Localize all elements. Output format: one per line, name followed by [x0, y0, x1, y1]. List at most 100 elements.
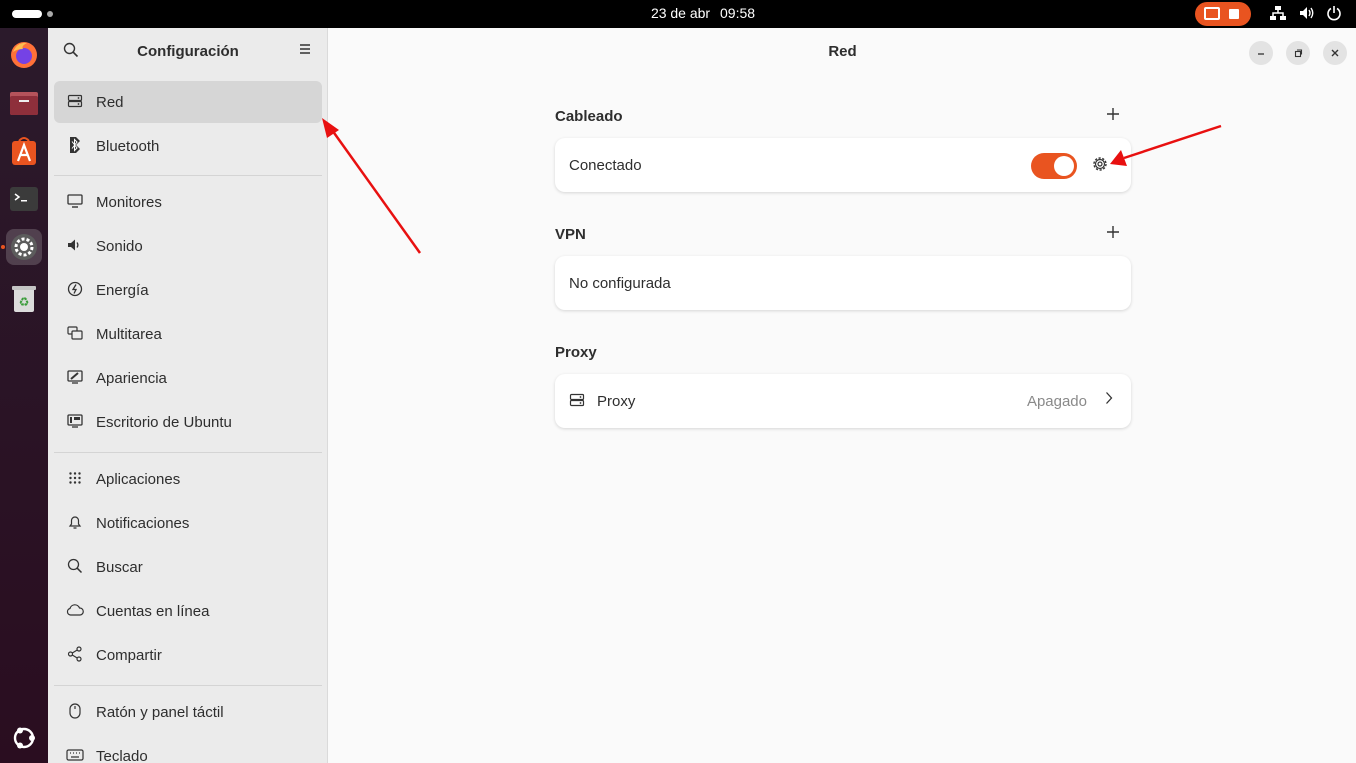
- vpn-heading: VPN: [555, 226, 586, 243]
- sidebar-item-compartir[interactable]: Compartir: [54, 634, 322, 676]
- apps-grid-icon: [66, 471, 84, 488]
- power-icon: [66, 281, 84, 300]
- chevron-right-icon: [1105, 391, 1113, 410]
- network-tray-icon[interactable]: [1269, 5, 1287, 24]
- clock-date: 23 de abr: [650, 5, 711, 21]
- clock-time: 09:58: [720, 5, 756, 21]
- sidebar-divider: [54, 685, 322, 686]
- restore-icon: [1294, 49, 1303, 58]
- sidebar-item-label: Buscar: [96, 558, 143, 576]
- sidebar-item-apariencia[interactable]: Apariencia: [54, 357, 322, 399]
- ubuntu-logo-icon[interactable]: [6, 720, 42, 756]
- network-icon: [66, 94, 84, 111]
- sidebar-item-label: Sonido: [96, 237, 143, 255]
- sidebar-item-multitarea[interactable]: Multitarea: [54, 313, 322, 355]
- minimize-icon: [1258, 53, 1264, 55]
- wired-connection-row: Conectado: [555, 138, 1131, 192]
- top-bar: 23 de abr 09:58: [0, 0, 1356, 28]
- ubuntu-desktop-icon: [66, 413, 84, 431]
- clock[interactable]: 23 de abr 09:58: [0, 5, 1356, 21]
- sidebar-item-label: Cuentas en línea: [96, 602, 210, 620]
- sidebar-divider: [54, 175, 322, 176]
- terminal-icon[interactable]: [6, 181, 42, 217]
- sidebar-item-label: Bluetooth: [96, 137, 160, 155]
- sidebar: Configuración Red Bluetooth Monitores So…: [48, 28, 328, 763]
- settings-icon[interactable]: [6, 229, 42, 265]
- proxy-row[interactable]: Proxy Apagado: [555, 374, 1131, 428]
- close-icon: [1331, 49, 1339, 57]
- sidebar-item-label: Apariencia: [96, 369, 167, 387]
- sound-icon: [66, 238, 84, 255]
- files-icon[interactable]: [6, 85, 42, 121]
- sidebar-item-label: Multitarea: [96, 325, 162, 343]
- screen-share-indicator[interactable]: [1195, 2, 1251, 26]
- proxy-heading: Proxy: [555, 344, 597, 361]
- sidebar-header: Configuración: [48, 28, 328, 76]
- sidebar-item-notificaciones[interactable]: Notificaciones: [54, 502, 322, 544]
- sidebar-item-cuentas-en-linea[interactable]: Cuentas en línea: [54, 590, 322, 632]
- sidebar-item-buscar[interactable]: Buscar: [54, 546, 322, 588]
- wired-heading: Cableado: [555, 108, 623, 125]
- appearance-icon: [66, 369, 84, 387]
- sidebar-item-monitores[interactable]: Monitores: [54, 181, 322, 223]
- cloud-icon: [66, 603, 84, 619]
- gear-icon: [1093, 157, 1107, 171]
- sidebar-item-label: Red: [96, 93, 124, 111]
- running-indicator: [1, 245, 5, 249]
- bluetooth-icon: [66, 136, 84, 156]
- sidebar-item-label: Energía: [96, 281, 149, 299]
- monitor-icon: [66, 193, 84, 211]
- vpn-row: No configurada: [555, 256, 1131, 310]
- add-vpn-button[interactable]: [1103, 222, 1123, 245]
- sidebar-item-aplicaciones[interactable]: Aplicaciones: [54, 458, 322, 500]
- sidebar-item-bluetooth[interactable]: Bluetooth: [54, 125, 322, 167]
- sidebar-item-label: Escritorio de Ubuntu: [96, 413, 232, 431]
- sidebar-item-label: Compartir: [96, 646, 162, 664]
- keyboard-icon: [66, 748, 84, 763]
- dock: ♻: [0, 28, 48, 763]
- main-panel: Red Cableado Conectado VPN No configurad…: [329, 28, 1356, 763]
- wired-toggle[interactable]: [1031, 153, 1077, 179]
- trash-icon[interactable]: ♻: [6, 281, 42, 317]
- maximize-button[interactable]: [1286, 41, 1310, 65]
- wired-settings-button[interactable]: [1090, 154, 1110, 174]
- sidebar-item-energia[interactable]: Energía: [54, 269, 322, 311]
- stop-icon: [1229, 9, 1239, 19]
- wired-status: Conectado: [569, 157, 642, 174]
- volume-tray-icon[interactable]: [1298, 5, 1316, 24]
- proxy-value: Apagado: [1026, 393, 1087, 410]
- minimize-button[interactable]: [1249, 41, 1273, 65]
- menu-icon[interactable]: [298, 42, 312, 60]
- bell-icon: [66, 514, 84, 533]
- sidebar-item-escritorio-ubuntu[interactable]: Escritorio de Ubuntu: [54, 401, 322, 443]
- sidebar-item-red[interactable]: Red: [54, 81, 322, 123]
- network-icon: [569, 393, 585, 410]
- svg-text:♻: ♻: [19, 295, 30, 309]
- sidebar-item-label: Notificaciones: [96, 514, 190, 532]
- sidebar-item-sonido[interactable]: Sonido: [54, 225, 322, 267]
- sidebar-item-label: Aplicaciones: [96, 470, 181, 488]
- sidebar-item-label: Ratón y panel táctil: [96, 703, 224, 721]
- mouse-icon: [66, 702, 84, 722]
- sidebar-item-raton[interactable]: Ratón y panel táctil: [54, 691, 322, 733]
- share-icon: [66, 645, 84, 665]
- sidebar-title: Configuración: [137, 43, 239, 60]
- proxy-label: Proxy: [597, 393, 636, 410]
- power-tray-icon[interactable]: [1326, 5, 1342, 24]
- search-icon: [66, 558, 84, 577]
- page-title: Red: [828, 43, 857, 60]
- settings-window: Configuración Red Bluetooth Monitores So…: [48, 28, 1356, 763]
- toggle-knob: [1054, 156, 1074, 176]
- sidebar-divider: [54, 452, 322, 453]
- add-wired-button[interactable]: [1103, 104, 1123, 127]
- plus-icon: [1107, 226, 1119, 238]
- app-center-icon[interactable]: [6, 133, 42, 169]
- plus-icon: [1107, 108, 1119, 120]
- screencast-icon: [1204, 7, 1220, 20]
- vpn-status: No configurada: [569, 275, 671, 292]
- sidebar-item-teclado[interactable]: Teclado: [54, 735, 322, 763]
- multitask-icon: [66, 325, 84, 343]
- sidebar-item-label: Teclado: [96, 747, 148, 763]
- close-button[interactable]: [1323, 41, 1347, 65]
- firefox-icon[interactable]: [6, 37, 42, 73]
